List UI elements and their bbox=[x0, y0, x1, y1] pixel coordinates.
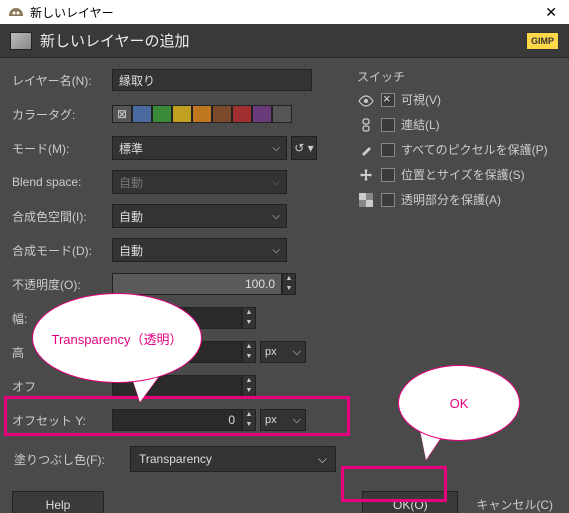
close-button[interactable]: ✕ bbox=[541, 4, 561, 21]
chevron-down-icon: ⌵ bbox=[272, 245, 280, 256]
help-button[interactable]: Help bbox=[12, 491, 104, 513]
lock-pixels-label: すべてのピクセルを保護(P) bbox=[401, 141, 548, 158]
mode-select[interactable]: 標準 ⌵ bbox=[112, 136, 287, 160]
mode-reset-button[interactable]: ↺ ▾ bbox=[291, 136, 317, 160]
composite-mode-label: 合成モード(D): bbox=[12, 242, 112, 259]
chevron-down-icon: ⌵ bbox=[272, 211, 280, 222]
composite-space-select[interactable]: 自動 ⌵ bbox=[112, 204, 287, 228]
color-tag-gray[interactable] bbox=[272, 105, 292, 123]
blend-space-select[interactable]: 自動 ⌵ bbox=[112, 170, 287, 194]
fill-value: Transparency bbox=[139, 452, 212, 466]
linked-checkbox[interactable] bbox=[381, 118, 395, 132]
color-tag-green[interactable] bbox=[152, 105, 172, 123]
blend-space-label: Blend space: bbox=[12, 175, 112, 189]
annotation-highlight-fill bbox=[4, 396, 350, 436]
color-tag-orange[interactable] bbox=[192, 105, 212, 123]
lock-alpha-checkbox[interactable] bbox=[381, 193, 395, 207]
offset-x-spinner[interactable]: ▲▼ bbox=[242, 375, 256, 397]
width-spinner[interactable]: ▲▼ bbox=[242, 307, 256, 329]
composite-space-label: 合成色空間(I): bbox=[12, 208, 112, 225]
gimp-badge: GIMP bbox=[526, 32, 559, 50]
blend-space-value: 自動 bbox=[119, 174, 143, 191]
visible-checkbox[interactable] bbox=[381, 93, 395, 107]
color-tag-red[interactable] bbox=[232, 105, 252, 123]
dialog-header: 新しいレイヤーの追加 GIMP bbox=[0, 24, 569, 58]
fill-select[interactable]: Transparency ⌵ bbox=[130, 446, 336, 472]
linked-label: 連結(L) bbox=[401, 116, 440, 133]
annotation-callout-ok: OK bbox=[398, 365, 520, 441]
brush-icon bbox=[357, 142, 375, 158]
color-tag-yellow[interactable] bbox=[172, 105, 192, 123]
checker-icon bbox=[357, 192, 375, 208]
opacity-input[interactable] bbox=[112, 273, 282, 295]
cancel-button[interactable]: キャンセル(C) bbox=[472, 490, 557, 513]
lock-pixels-checkbox[interactable] bbox=[381, 143, 395, 157]
lock-position-label: 位置とサイズを保護(S) bbox=[401, 166, 525, 183]
fill-label: 塗りつぶし色(F): bbox=[14, 451, 130, 468]
annotation-callout-transparency: Transparency（透明） bbox=[32, 293, 202, 383]
color-tag-violet[interactable] bbox=[252, 105, 272, 123]
color-tag-picker: ⊠ bbox=[112, 105, 292, 123]
new-layer-dialog: 新しいレイヤー ✕ 新しいレイヤーの追加 GIMP レイヤー名(N): カラータ… bbox=[0, 0, 569, 513]
dialog-title: 新しいレイヤーの追加 bbox=[40, 30, 526, 51]
size-unit-select[interactable]: px⌵ bbox=[260, 341, 306, 363]
mode-value: 標準 bbox=[119, 140, 143, 157]
height-spinner[interactable]: ▲▼ bbox=[242, 341, 256, 363]
annotation-highlight-ok bbox=[341, 466, 447, 502]
color-tag-blue[interactable] bbox=[132, 105, 152, 123]
color-tag-brown[interactable] bbox=[212, 105, 232, 123]
lock-position-checkbox[interactable] bbox=[381, 168, 395, 182]
eye-icon bbox=[357, 92, 375, 107]
move-icon bbox=[357, 167, 375, 183]
color-tag-none[interactable]: ⊠ bbox=[112, 105, 132, 123]
mode-label: モード(M): bbox=[12, 140, 112, 157]
composite-space-value: 自動 bbox=[119, 208, 143, 225]
opacity-spinner[interactable]: ▲▼ bbox=[282, 273, 296, 295]
titlebar: 新しいレイヤー ✕ bbox=[0, 0, 569, 24]
chain-icon bbox=[357, 117, 375, 133]
chevron-down-icon: ⌵ bbox=[272, 177, 280, 188]
app-icon bbox=[8, 6, 24, 18]
layer-name-label: レイヤー名(N): bbox=[12, 72, 112, 89]
opacity-label: 不透明度(O): bbox=[12, 276, 112, 293]
layer-icon bbox=[10, 32, 32, 50]
composite-mode-select[interactable]: 自動 ⌵ bbox=[112, 238, 287, 262]
color-tag-label: カラータグ: bbox=[12, 106, 112, 123]
switches-header: スイッチ bbox=[357, 68, 557, 85]
button-bar: Help OK(O) キャンセル(C) bbox=[0, 482, 569, 513]
layer-name-input[interactable] bbox=[112, 69, 312, 91]
lock-alpha-label: 透明部分を保護(A) bbox=[401, 191, 501, 208]
visible-label: 可視(V) bbox=[401, 91, 441, 108]
window-title: 新しいレイヤー bbox=[30, 4, 541, 21]
chevron-down-icon: ⌵ bbox=[318, 452, 327, 467]
composite-mode-value: 自動 bbox=[119, 242, 143, 259]
chevron-down-icon: ⌵ bbox=[272, 143, 280, 154]
